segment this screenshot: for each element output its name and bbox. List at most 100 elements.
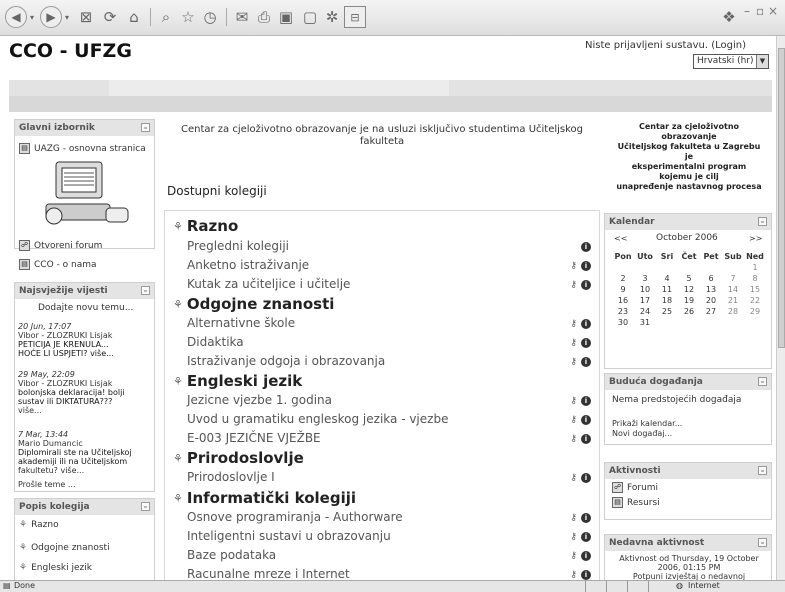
key-icon: ⚷: [570, 551, 577, 561]
info-icon[interactable]: i: [581, 513, 591, 523]
category-heading[interactable]: ⚘ Engleski jezik: [173, 372, 302, 390]
edit-icon[interactable]: ▣: [276, 6, 296, 28]
folder-icon: ⚘: [19, 563, 28, 573]
vertical-scrollbar[interactable]: [776, 36, 785, 580]
add-topic-link[interactable]: Dodajte novu temu...: [38, 304, 133, 313]
collapse-icon[interactable]: –: [758, 466, 767, 475]
mail-icon[interactable]: ✉: [232, 6, 252, 28]
course-link[interactable]: Kutak za učiteljice i učitelje: [187, 277, 350, 291]
course-list: ⚘ Razno Pregledni kolegiji i Anketno istr…: [164, 210, 600, 581]
collapse-icon[interactable]: –: [141, 286, 150, 295]
course-icons: ⚷ i: [570, 338, 591, 348]
recent-title: Nedavna aktivnost: [609, 538, 705, 548]
key-icon: ⚷: [570, 415, 577, 425]
info-icon[interactable]: i: [581, 261, 591, 271]
intro-text: Centar za cjeloživotno obrazovanje je na…: [180, 124, 584, 147]
info-icon[interactable]: i: [581, 396, 591, 406]
course-icons: ⚷ i: [570, 513, 591, 523]
course-link[interactable]: Inteligentni sustavi u obrazovanju: [187, 529, 391, 543]
info-icon[interactable]: i: [581, 319, 591, 329]
forward-dropdown-icon[interactable]: ▾: [63, 6, 71, 28]
course-link[interactable]: Anketno istraživanje: [187, 258, 309, 272]
chevron-down-icon[interactable]: ▼: [756, 55, 768, 68]
minimize-icon[interactable]: –: [744, 4, 750, 18]
refresh-icon[interactable]: ⟳: [100, 6, 120, 28]
calendar-prev-link[interactable]: <<: [614, 234, 627, 243]
language-select[interactable]: Hrvatski (hr) ▼: [693, 54, 769, 69]
page-icon: ▤: [19, 259, 30, 270]
older-topics-link[interactable]: Prošle teme ...: [18, 480, 76, 489]
courses-heading: Dostupni kolegiji: [167, 184, 267, 198]
key-icon: ⚷: [570, 319, 577, 329]
favorites-star-icon[interactable]: ☆: [178, 6, 198, 28]
category-heading[interactable]: ⚘ Informatički kolegiji: [173, 489, 356, 507]
collapse-icon[interactable]: –: [141, 123, 150, 132]
back-icon[interactable]: ◀: [5, 6, 27, 28]
calendar-month[interactable]: October 2006: [656, 234, 718, 243]
collapse-icon[interactable]: –: [758, 377, 767, 386]
folder-icon: ⚘: [173, 451, 183, 465]
forum-icon: ☍: [612, 482, 623, 493]
course-index-item[interactable]: ⚘ Razno: [19, 520, 59, 530]
info-icon[interactable]: i: [581, 280, 591, 290]
print-icon[interactable]: ⎙: [254, 6, 274, 28]
login-status[interactable]: Niste prijavljeni sustavu. (Login): [585, 40, 746, 51]
info-icon[interactable]: i: [581, 532, 591, 542]
info-icon[interactable]: i: [581, 473, 591, 483]
folder-icon: ⚘: [173, 219, 183, 233]
program-description: Centar za cjeloživotno obrazovanje Učitelj…: [616, 122, 762, 191]
course-link[interactable]: Istraživanje odgoja i obrazovanja: [187, 354, 385, 368]
info-icon[interactable]: i: [581, 415, 591, 425]
course-link[interactable]: Jezicne vjezbe 1. godina: [187, 393, 332, 407]
course-link[interactable]: Didaktika: [187, 335, 244, 349]
maximize-icon[interactable]: ▫: [756, 4, 764, 18]
close-icon[interactable]: ×: [768, 4, 778, 18]
show-calendar-link[interactable]: Prikaži kalendar...: [612, 419, 682, 428]
key-icon: ⚷: [570, 473, 577, 483]
info-icon[interactable]: i: [581, 551, 591, 561]
key-icon: ⚷: [570, 261, 577, 271]
category-heading[interactable]: ⚘ Razno: [173, 217, 238, 235]
course-icons: ⚷ i: [570, 415, 591, 425]
collapse-icon[interactable]: –: [141, 502, 150, 511]
course-link[interactable]: Osnove programiranja - Authorware: [187, 510, 403, 524]
course-link[interactable]: Racunalne mreze i Internet: [187, 567, 350, 581]
windows-logo-icon: ❖: [722, 8, 736, 26]
course-index-item[interactable]: ⚘ Odgojne znanosti: [19, 543, 110, 553]
menu-item-forum[interactable]: ☍ Otvoreni forum: [19, 240, 102, 251]
course-link[interactable]: Uvod u gramatiku engleskog jezika - vjez…: [187, 412, 448, 426]
history-icon[interactable]: ◷: [200, 6, 220, 28]
course-index-item[interactable]: ⚘ Engleski jezik: [19, 563, 92, 573]
course-link[interactable]: Pregledni kolegiji: [187, 239, 289, 253]
research-icon[interactable]: ⊟: [344, 6, 366, 28]
calendar-grid: Pon Uto Sri Čet Pet Sub Ned 1 2345678 9 10 11 1…: [614, 252, 764, 327]
activity-resources[interactable]: ▤ Resursi: [612, 497, 660, 508]
forward-icon[interactable]: ▶: [40, 6, 62, 28]
collapse-icon[interactable]: –: [758, 217, 767, 226]
key-icon: ⚷: [570, 532, 577, 542]
info-icon[interactable]: i: [581, 242, 591, 252]
menu-item-home[interactable]: ▤ UAZG - osnovna stranica: [19, 143, 146, 154]
back-dropdown-icon[interactable]: ▾: [28, 6, 36, 28]
stop-icon[interactable]: ⊠: [76, 6, 96, 28]
menu-item-about[interactable]: ▤ CCO - o nama: [19, 259, 97, 270]
category-heading[interactable]: ⚘ Prirodoslovlje: [173, 449, 304, 467]
course-link[interactable]: Baze podataka: [187, 548, 276, 562]
messenger-icon[interactable]: ✲: [322, 6, 342, 28]
calendar-next-link[interactable]: >>: [749, 234, 762, 243]
collapse-icon[interactable]: –: [758, 538, 767, 547]
info-icon[interactable]: i: [581, 434, 591, 444]
course-link[interactable]: Alternativne škole: [187, 316, 295, 330]
search-icon[interactable]: ⌕: [156, 6, 176, 28]
new-event-link[interactable]: Novi događaj...: [612, 429, 672, 438]
info-icon[interactable]: i: [581, 338, 591, 348]
info-icon[interactable]: i: [581, 357, 591, 367]
home-icon[interactable]: ⌂: [124, 6, 144, 28]
discuss-icon[interactable]: ▢: [300, 6, 320, 28]
header-band: [9, 80, 772, 112]
course-link[interactable]: E-003 JEZIČNE VJEŽBE: [187, 431, 321, 445]
category-heading[interactable]: ⚘ Odgojne znanosti: [173, 295, 334, 313]
activity-forums[interactable]: ☍ Forumi: [612, 482, 658, 493]
info-icon[interactable]: i: [581, 570, 591, 580]
course-link[interactable]: Prirodoslovlje I: [187, 470, 275, 484]
